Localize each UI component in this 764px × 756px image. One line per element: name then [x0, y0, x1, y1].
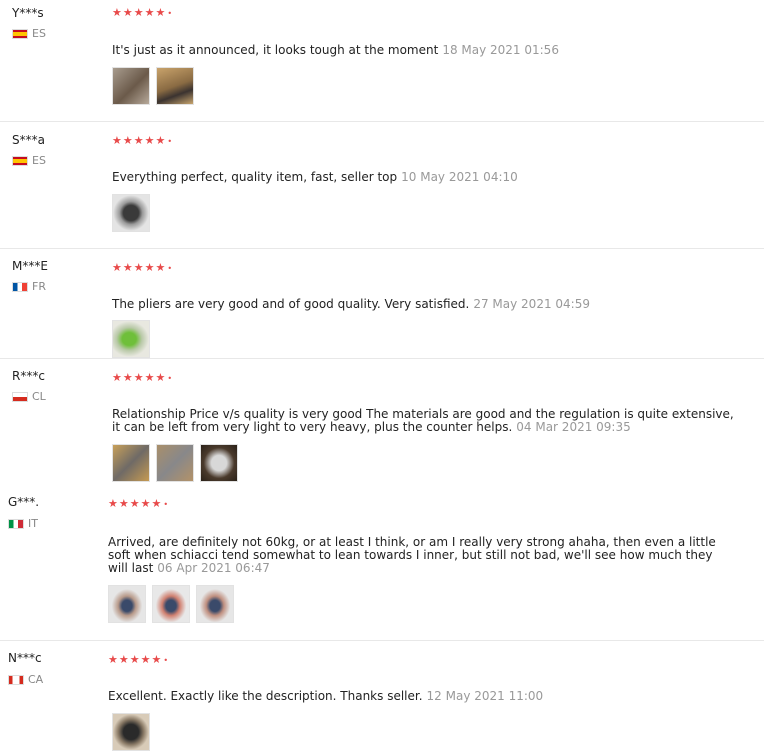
review-body: The pliers are very good and of good qua…: [112, 297, 470, 311]
flag-es-icon: [12, 155, 28, 166]
reviewer-name: N***c: [8, 651, 42, 665]
flag-ca-icon: [8, 674, 24, 685]
star-rating: ★★★★★•: [112, 134, 174, 147]
country-code: IT: [28, 517, 38, 530]
review-photo[interactable]: [156, 444, 194, 482]
star-rating: ★★★★★•: [112, 261, 174, 274]
country-code: CA: [28, 673, 44, 686]
review-photo[interactable]: [112, 320, 150, 358]
reviewer-country: IT: [8, 517, 38, 530]
review-body: It's just as it announced, it looks toug…: [112, 43, 439, 57]
review-timestamp: 04 Mar 2021 09:35: [516, 420, 631, 434]
reviewer-country: ES: [12, 27, 46, 40]
country-code: FR: [32, 280, 46, 293]
review-photos: [112, 320, 150, 358]
stars-icon: ★★★★★: [112, 6, 167, 19]
review-photo[interactable]: [112, 67, 150, 105]
review-photo[interactable]: [112, 194, 150, 232]
reviewer-country: FR: [12, 280, 46, 293]
reviewer-country: CL: [12, 390, 46, 403]
review-timestamp: 12 May 2021 11:00: [426, 689, 544, 703]
reviewer-country: ES: [12, 154, 46, 167]
review-timestamp: 10 May 2021 04:10: [401, 170, 518, 184]
reviewer-name: M***E: [12, 259, 48, 273]
reviewer-name: R***c: [12, 369, 45, 383]
star-rating: ★★★★★•: [112, 6, 174, 19]
reviewer-name: Y***s: [12, 6, 44, 20]
reviewer-country: CA: [8, 673, 43, 686]
review-photos: [112, 444, 238, 482]
flag-es-icon: [12, 28, 28, 39]
review-timestamp: 27 May 2021 04:59: [473, 297, 590, 311]
country-code: ES: [32, 154, 46, 167]
divider: [0, 248, 764, 249]
review-text: Excellent. Exactly like the description.…: [108, 690, 543, 703]
review-photo[interactable]: [156, 67, 194, 105]
review-photo[interactable]: [112, 713, 150, 751]
flag-cl-icon: [12, 391, 28, 402]
review-photo[interactable]: [108, 585, 146, 623]
review-body-line: it can be left from very light to very h…: [112, 420, 513, 434]
star-rating: ★★★★★•: [108, 497, 170, 510]
divider: [0, 358, 764, 359]
review-photo[interactable]: [152, 585, 190, 623]
reviewer-name: G***.: [8, 495, 40, 509]
review-text: It's just as it announced, it looks toug…: [112, 44, 559, 57]
review-photos: [112, 713, 150, 751]
review-body: Excellent. Exactly like the description.…: [108, 689, 423, 703]
divider: [0, 121, 764, 122]
country-code: ES: [32, 27, 46, 40]
star-rating: ★★★★★•: [112, 371, 174, 384]
review-photo[interactable]: [196, 585, 234, 623]
review-timestamp: 06 Apr 2021 06:47: [157, 561, 270, 575]
review-body: Everything perfect, quality item, fast, …: [112, 170, 398, 184]
reviewer-name: S***a: [12, 133, 45, 147]
stars-icon: ★★★★★: [108, 653, 163, 666]
stars-icon: ★★★★★: [112, 134, 167, 147]
review-text: Relationship Price v/s quality is very g…: [112, 408, 734, 434]
review-text: Everything perfect, quality item, fast, …: [112, 171, 518, 184]
review-timestamp: 18 May 2021 01:56: [442, 43, 559, 57]
flag-it-icon: [8, 518, 24, 529]
flag-fr-icon: [12, 281, 28, 292]
country-code: CL: [32, 390, 46, 403]
divider: [0, 640, 764, 641]
stars-icon: ★★★★★: [108, 497, 163, 510]
stars-icon: ★★★★★: [112, 261, 167, 274]
review-photo[interactable]: [200, 444, 238, 482]
review-photo[interactable]: [112, 444, 150, 482]
review-photos: [112, 67, 194, 105]
review-body-line: will last: [108, 561, 154, 575]
review-text: The pliers are very good and of good qua…: [112, 298, 590, 311]
review-text: Arrived, are definitely not 60kg, or at …: [108, 536, 716, 575]
review-photos: [108, 585, 234, 623]
star-rating: ★★★★★•: [108, 653, 170, 666]
stars-icon: ★★★★★: [112, 371, 167, 384]
review-photos: [112, 194, 150, 232]
